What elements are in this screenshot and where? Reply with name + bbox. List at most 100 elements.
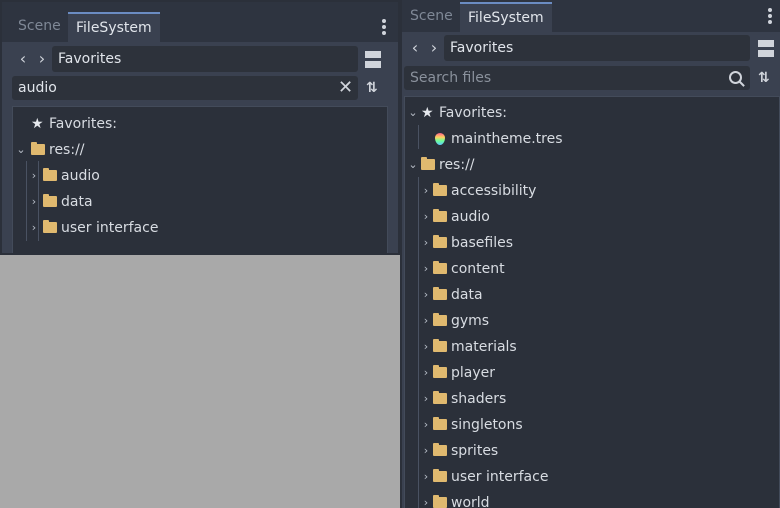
- chevron-down-icon[interactable]: ⌄: [408, 152, 418, 178]
- chevron-right-icon[interactable]: ›: [421, 360, 431, 386]
- tab-filesystem[interactable]: FileSystem: [68, 12, 160, 42]
- tree-label: Favorites:: [439, 105, 507, 121]
- tree-row-res[interactable]: ⌄ res://: [13, 137, 387, 163]
- tab-bar: Scene FileSystem: [402, 0, 780, 32]
- tree-label: gyms: [451, 313, 490, 329]
- chevron-down-icon[interactable]: ⌄: [16, 137, 26, 163]
- tree-label: res://: [439, 157, 475, 173]
- folder-icon: [433, 391, 447, 404]
- sort-icon[interactable]: ⇅: [366, 76, 378, 100]
- chevron-right-icon[interactable]: ›: [421, 230, 431, 256]
- chevron-left-icon[interactable]: ‹: [408, 36, 422, 60]
- folder-icon: [433, 261, 447, 274]
- path-field[interactable]: Favorites: [52, 46, 358, 72]
- folder-icon: [433, 469, 447, 482]
- tree-label: Favorites:: [49, 116, 117, 132]
- chevron-right-icon[interactable]: ›: [421, 438, 431, 464]
- chevron-right-icon[interactable]: ›: [421, 308, 431, 334]
- tree-label: sprites: [451, 443, 499, 459]
- kebab-menu-icon[interactable]: [382, 19, 386, 37]
- chevron-right-icon[interactable]: ›: [35, 47, 49, 71]
- folder-icon: [433, 183, 447, 196]
- search-input[interactable]: Search files: [404, 66, 750, 90]
- chevron-down-icon[interactable]: ⌄: [408, 100, 418, 126]
- tree-label: res://: [49, 142, 85, 158]
- folder-icon: [433, 443, 447, 456]
- star-icon: ★: [421, 105, 434, 121]
- filesystem-dock-right: Scene FileSystem ‹ › Favorites Search fi…: [400, 0, 780, 508]
- chevron-right-icon[interactable]: ›: [427, 36, 441, 60]
- split-view-icon[interactable]: [365, 51, 381, 69]
- search-input[interactable]: audio: [12, 76, 358, 100]
- tab-bar: Scene FileSystem: [2, 2, 398, 42]
- chevron-right-icon[interactable]: ›: [421, 178, 431, 204]
- chevron-right-icon[interactable]: ›: [421, 204, 431, 230]
- chevron-right-icon[interactable]: ›: [29, 215, 39, 241]
- tab-scene[interactable]: Scene: [402, 2, 461, 30]
- tree-label: content: [451, 261, 505, 277]
- tree-label: user interface: [451, 469, 549, 485]
- tree-row-folder[interactable]: › sprites: [405, 438, 779, 464]
- tree-row-folder[interactable]: › singletons: [405, 412, 779, 438]
- kebab-menu-icon[interactable]: [768, 8, 772, 26]
- tree-row-folder[interactable]: › player: [405, 360, 779, 386]
- sort-icon[interactable]: ⇅: [758, 66, 770, 90]
- tree-row-favorites[interactable]: ⌄ ★ Favorites:: [405, 100, 779, 126]
- tree-row-folder[interactable]: › user interface: [405, 464, 779, 490]
- tree-row-folder[interactable]: › data: [405, 282, 779, 308]
- tab-scene[interactable]: Scene: [10, 12, 69, 40]
- tree-label: player: [451, 365, 496, 381]
- chevron-right-icon[interactable]: ›: [421, 464, 431, 490]
- folder-icon: [421, 157, 435, 170]
- tree-row-folder[interactable]: › gyms: [405, 308, 779, 334]
- tree-row-res[interactable]: ⌄ res://: [405, 152, 779, 178]
- chevron-left-icon[interactable]: ‹: [16, 47, 30, 71]
- folder-icon: [43, 168, 57, 181]
- tree-label: shaders: [451, 391, 507, 407]
- tree-label: singletons: [451, 417, 523, 433]
- tree-row-folder[interactable]: › audio: [405, 204, 779, 230]
- chevron-right-icon[interactable]: ›: [421, 386, 431, 412]
- file-tree: ⌄ ★ Favorites: maintheme.tres ⌄ res:// ›…: [404, 96, 780, 508]
- chevron-right-icon[interactable]: ›: [29, 189, 39, 215]
- folder-icon: [433, 209, 447, 222]
- tree-row-folder[interactable]: › data: [13, 189, 387, 215]
- tree-row-folder[interactable]: › world: [405, 490, 779, 508]
- tree-row-folder[interactable]: › shaders: [405, 386, 779, 412]
- folder-icon: [31, 142, 45, 155]
- chevron-right-icon[interactable]: ›: [421, 412, 431, 438]
- close-icon[interactable]: ✕: [338, 76, 353, 100]
- tree-label: data: [451, 287, 483, 303]
- tree-row-favorites[interactable]: ★ Favorites:: [13, 111, 387, 137]
- tree-label: basefiles: [451, 235, 513, 251]
- folder-icon: [433, 313, 447, 326]
- tree-label: user interface: [61, 220, 159, 236]
- path-field[interactable]: Favorites: [444, 35, 750, 61]
- chevron-right-icon[interactable]: ›: [421, 282, 431, 308]
- tree-row-folder[interactable]: › accessibility: [405, 178, 779, 204]
- star-icon: ★: [31, 116, 44, 132]
- folder-icon: [43, 220, 57, 233]
- tree-label: maintheme.tres: [451, 131, 563, 147]
- folder-icon: [433, 495, 447, 508]
- tree-label: materials: [451, 339, 517, 355]
- chevron-right-icon[interactable]: ›: [421, 256, 431, 282]
- chevron-right-icon[interactable]: ›: [421, 334, 431, 360]
- tree-row-folder[interactable]: › user interface: [13, 215, 387, 241]
- folder-icon: [43, 194, 57, 207]
- tree-row-folder[interactable]: › content: [405, 256, 779, 282]
- tree-row-folder[interactable]: › materials: [405, 334, 779, 360]
- split-view-icon[interactable]: [758, 40, 774, 58]
- chevron-right-icon[interactable]: ›: [421, 490, 431, 508]
- tree-label: audio: [61, 168, 100, 184]
- tab-filesystem[interactable]: FileSystem: [460, 2, 552, 32]
- folder-icon: [433, 287, 447, 300]
- chevron-right-icon[interactable]: ›: [29, 163, 39, 189]
- theme-resource-icon: [435, 133, 445, 145]
- tree-label: data: [61, 194, 93, 210]
- tree-row-folder[interactable]: › audio: [13, 163, 387, 189]
- tree-row-resource[interactable]: maintheme.tres: [405, 126, 779, 152]
- tree-row-folder[interactable]: › basefiles: [405, 230, 779, 256]
- folder-icon: [433, 365, 447, 378]
- folder-icon: [433, 235, 447, 248]
